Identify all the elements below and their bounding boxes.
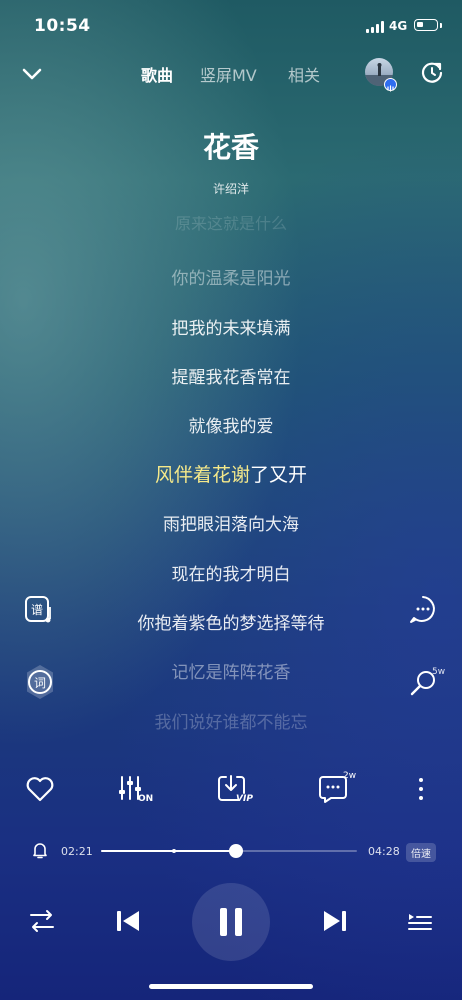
sheet-music-label: 谱 xyxy=(31,603,43,617)
lyric-line: 原来这就是什么 xyxy=(174,216,287,232)
pause-icon xyxy=(220,908,242,936)
current-lyric-line: 风伴着花谢了又开 xyxy=(0,460,462,487)
network-label: 4G xyxy=(389,19,408,33)
playlist-icon[interactable] xyxy=(401,902,439,940)
artist-name[interactable]: 许绍洋 xyxy=(0,180,462,197)
lyrics-settings-button[interactable]: 词 xyxy=(22,664,56,699)
playback-speed-button[interactable]: 倍速 xyxy=(406,843,436,862)
lyric-line: 你的温柔是阳光 xyxy=(171,269,291,289)
lyric-line: 我们说好谁都不能忘 xyxy=(154,713,308,733)
lyric-line: 记忆是阵阵花香 xyxy=(171,663,291,683)
home-indicator xyxy=(149,984,313,989)
pause-button[interactable] xyxy=(192,883,270,961)
lyric-line: 就像我的爱 xyxy=(188,417,274,437)
battery-icon xyxy=(414,19,438,31)
lyric-line: 雨把眼泪落向大海 xyxy=(163,515,299,535)
lyric-line: 你抱着紫色的梦选择等待 xyxy=(137,614,325,634)
current-time: 02:21 xyxy=(61,845,93,858)
comment-count: 2w xyxy=(343,771,357,781)
progress-thumb[interactable] xyxy=(228,844,243,858)
tab-vertical-mv[interactable]: 竖屏MV xyxy=(200,62,257,86)
lyrics-settings-label: 词 xyxy=(34,676,46,690)
refresh-icon[interactable] xyxy=(418,58,446,86)
song-title: 花香 xyxy=(202,131,259,164)
karaoke-count: 5w xyxy=(432,667,446,677)
heart-icon[interactable] xyxy=(22,771,58,807)
lyric-unsung-part: 了又开 xyxy=(250,464,308,486)
chat-icon[interactable] xyxy=(406,593,440,627)
lyric-sung-part: 风伴着花谢 xyxy=(154,464,250,486)
tab-related[interactable]: 相关 xyxy=(288,62,320,86)
bell-icon[interactable] xyxy=(30,840,50,860)
chevron-down-icon[interactable] xyxy=(18,60,46,88)
lyric-line: 现在的我才明白 xyxy=(171,565,291,585)
buffer-marker xyxy=(172,849,177,853)
duration-time: 04:28 xyxy=(368,845,400,858)
status-bar: 10:54 4G xyxy=(0,0,462,52)
more-icon[interactable] xyxy=(403,771,439,807)
progress-fill xyxy=(101,850,236,852)
eq-status-badge: ON xyxy=(138,794,154,804)
previous-icon[interactable] xyxy=(109,902,147,940)
sheet-music-button[interactable]: 谱 xyxy=(22,593,56,627)
lyric-line: 把我的未来填满 xyxy=(171,319,291,339)
next-icon[interactable] xyxy=(316,902,354,940)
listening-icon xyxy=(384,78,397,92)
signal-icon xyxy=(366,21,386,33)
lyrics-panel[interactable]: 原来这就是什么 你的温柔是阳光 把我的未来填满 提醒我花香常在 就像我的爱 风伴… xyxy=(0,214,462,754)
status-time: 10:54 xyxy=(34,16,91,36)
lyric-line: 提醒我花香常在 xyxy=(171,368,291,388)
vip-badge: VIP xyxy=(236,794,253,804)
shuffle-icon[interactable] xyxy=(23,902,61,940)
tab-song[interactable]: 歌曲 xyxy=(141,62,173,86)
